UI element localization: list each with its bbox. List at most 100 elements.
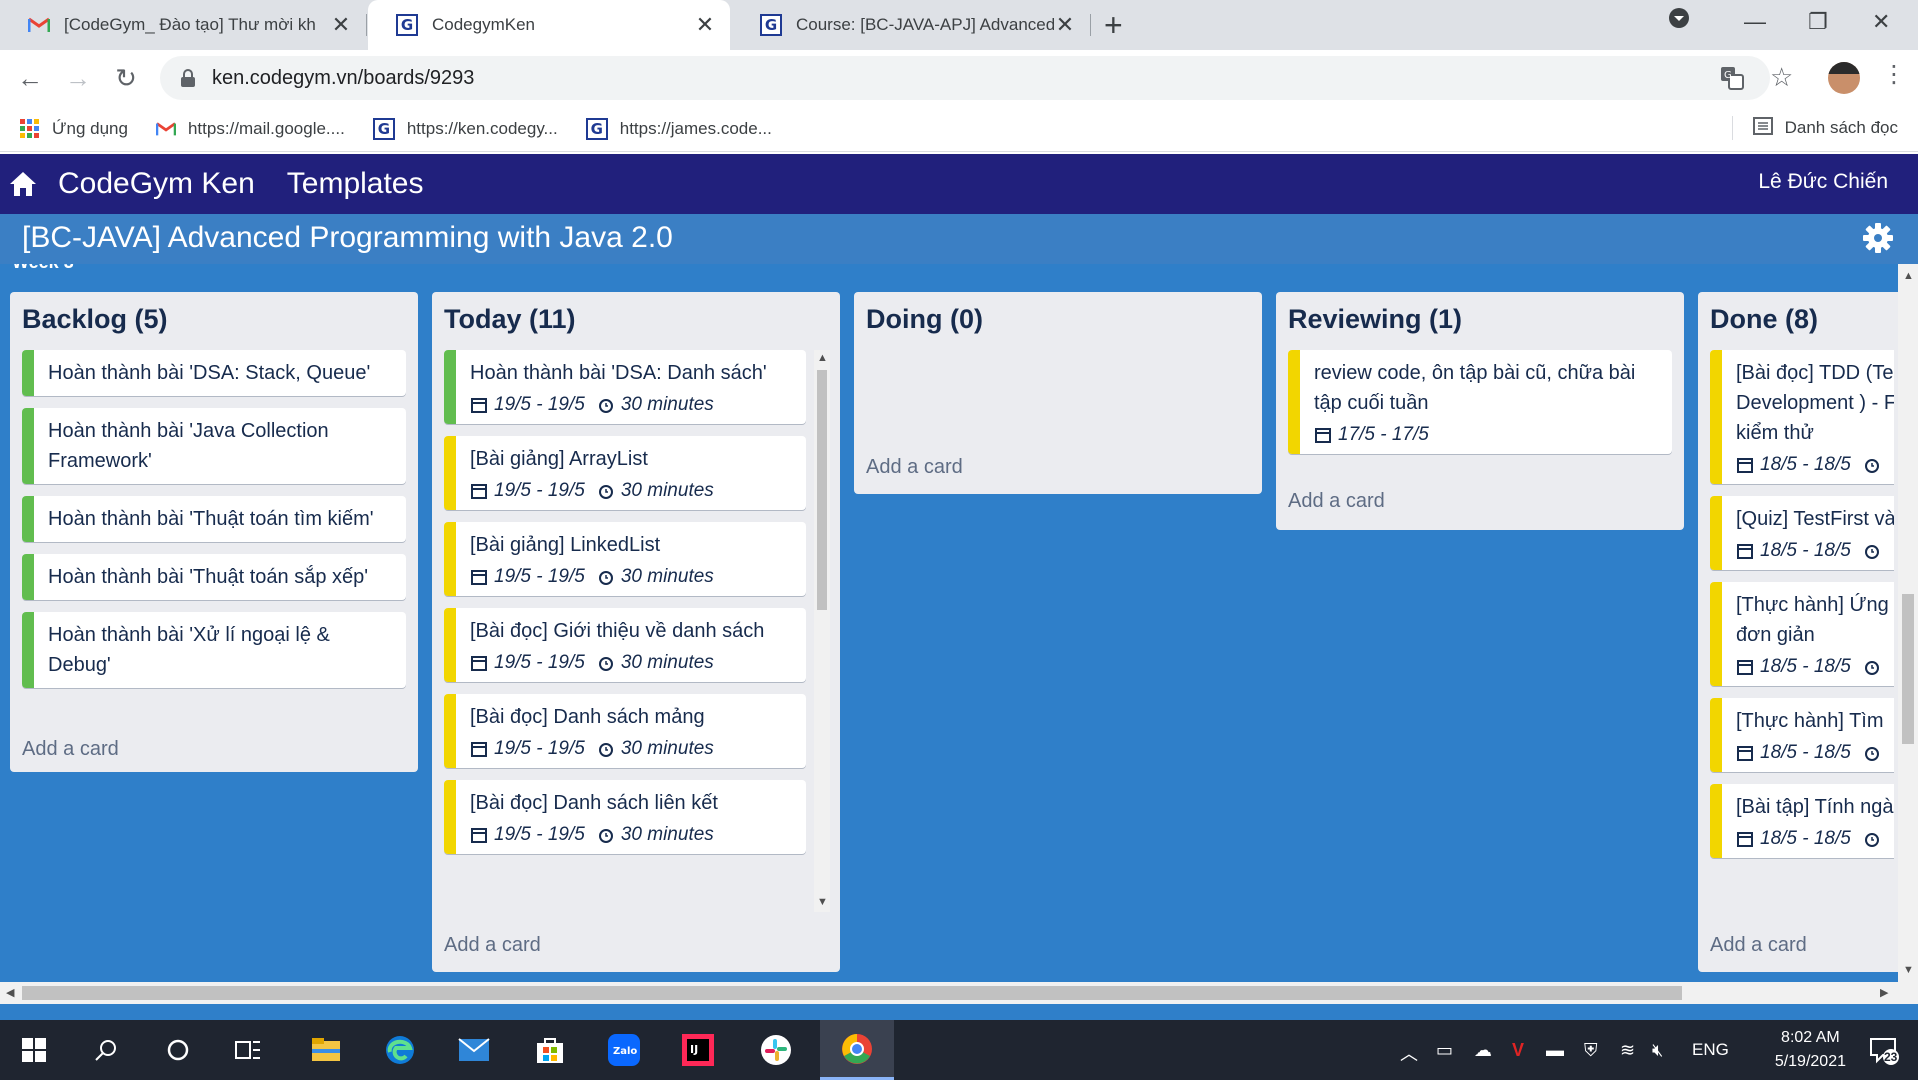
card[interactable]: Hoàn thành bài 'Java Collection Framewor… <box>22 408 406 484</box>
list-scrollbar[interactable]: ▲ ▼ <box>814 350 830 912</box>
card-container: review code, ôn tập bài cũ, chữa bài tập… <box>1288 350 1672 466</box>
tray-network-device-icon[interactable]: ▭ <box>1436 1040 1453 1061</box>
translate-icon[interactable]: G <box>1720 66 1744 96</box>
card-meta: 18/5 - 18/5 <box>1736 454 1894 476</box>
reading-list-button[interactable]: Danh sách đọc <box>1731 116 1898 140</box>
scrollbar-thumb[interactable] <box>1902 594 1914 744</box>
minimize-window-icon[interactable]: — <box>1744 6 1766 38</box>
chrome-taskbar-icon[interactable] <box>820 1020 894 1080</box>
scrollbar-thumb[interactable] <box>22 986 1682 1000</box>
label-strip <box>444 608 456 682</box>
scroll-down-arrow[interactable]: ▼ <box>1903 964 1914 976</box>
week-header[interactable]: Week 3 <box>0 264 1918 274</box>
browser-tab-course[interactable]: G Course: [BC-JAVA-APJ] Advanced ✕ <box>732 0 1090 50</box>
browser-menu-icon[interactable]: ⋮ <box>1882 60 1906 89</box>
card[interactable]: Hoàn thành bài 'Xử lí ngoại lệ & Debug' <box>22 612 406 688</box>
windows-start-icon[interactable] <box>14 1030 54 1070</box>
page-vertical-scrollbar[interactable]: ▲ ▼ <box>1898 264 1918 982</box>
wifi-icon[interactable]: ≋ <box>1620 1040 1635 1061</box>
card[interactable]: review code, ôn tập bài cũ, chữa bài tập… <box>1288 350 1672 454</box>
browser-tab-gmail[interactable]: [CodeGym_ Đào tạo] Thư mời kh ✕ <box>0 0 366 50</box>
task-view-icon[interactable] <box>228 1030 268 1070</box>
horizontal-scrollbar[interactable]: ◀ ▶ <box>0 982 1918 1004</box>
slack-icon[interactable] <box>756 1030 796 1070</box>
zalo-icon[interactable]: Zalo <box>604 1030 644 1070</box>
file-explorer-icon[interactable] <box>306 1030 346 1070</box>
card[interactable]: [Bài giảng] ArrayList 19/5 - 19/5 30 minu… <box>444 436 806 510</box>
search-icon[interactable] <box>86 1030 126 1070</box>
scroll-down-arrow[interactable]: ▼ <box>817 896 828 908</box>
codegym-icon: G <box>372 117 395 140</box>
bookmark-apps[interactable]: Ứng dụng <box>20 118 128 139</box>
add-card-button[interactable]: Add a card <box>22 738 119 761</box>
card[interactable]: Hoàn thành bài 'DSA: Danh sách' 19/5 - 1… <box>444 350 806 424</box>
alarm-clock-icon <box>598 743 613 757</box>
reload-icon[interactable]: ↻ <box>106 58 146 98</box>
scroll-up-arrow[interactable]: ▲ <box>817 352 828 364</box>
tab-search-icon[interactable] <box>1668 6 1690 38</box>
close-tab-icon[interactable]: ✕ <box>694 12 716 38</box>
card[interactable]: Hoàn thành bài 'DSA: Stack, Queue' <box>22 350 406 396</box>
language-indicator[interactable]: ENG <box>1692 1040 1729 1060</box>
browser-tab-codegymken[interactable]: G CodegymKen ✕ <box>368 0 730 50</box>
card[interactable]: [Quiz] TestFirst và 18/5 - 18/5 <box>1710 496 1894 570</box>
card[interactable]: [Bài đọc] Giới thiệu về danh sách 19/5 -… <box>444 608 806 682</box>
lock-icon <box>180 69 196 87</box>
card[interactable]: [Bài đọc] TDD (Te Development ) - F kiểm… <box>1710 350 1894 484</box>
battery-icon[interactable]: ▬ <box>1546 1040 1564 1061</box>
card[interactable]: [Bài tập] Tính ngà 18/5 - 18/5 <box>1710 784 1894 858</box>
scroll-up-arrow[interactable]: ▲ <box>1903 270 1914 282</box>
close-window-icon[interactable]: ✕ <box>1872 6 1890 38</box>
bookmark-star-icon[interactable]: ☆ <box>1770 62 1793 93</box>
card[interactable]: Hoàn thành bài 'Thuật toán tìm kiếm' <box>22 496 406 542</box>
system-clock[interactable]: 8:02 AM 5/19/2021 <box>1775 1026 1846 1074</box>
card[interactable]: [Bài giảng] LinkedList 19/5 - 19/5 30 min… <box>444 522 806 596</box>
onedrive-icon[interactable]: ☁ <box>1474 1040 1492 1061</box>
volume-muted-icon[interactable]: 🔇︎ <box>1652 1040 1663 1061</box>
bookmark-james[interactable]: G https://james.code... <box>585 117 772 140</box>
card[interactable]: [Thực hành] Tìm 18/5 - 18/5 <box>1710 698 1894 772</box>
app-name-link[interactable]: CodeGym Ken <box>58 167 255 201</box>
card-title: [Thực hành] Tìm <box>1736 710 1884 732</box>
scroll-right-arrow[interactable]: ▶ <box>1880 986 1888 999</box>
intellij-icon[interactable]: IJ <box>678 1030 718 1070</box>
edge-browser-icon[interactable] <box>380 1030 420 1070</box>
add-card-button[interactable]: Add a card <box>444 934 541 957</box>
tray-chevron-icon[interactable]: ︿ <box>1400 1040 1418 1066</box>
mail-icon[interactable] <box>454 1030 494 1070</box>
bookmark-ken[interactable]: G https://ken.codegy... <box>372 117 558 140</box>
card-scroll-area[interactable]: Hoàn thành bài 'DSA: Danh sách' 19/5 - 1… <box>432 350 840 912</box>
label-strip <box>444 522 456 596</box>
list-reviewing: Reviewing (1) review code, ôn tập bài cũ… <box>1276 292 1684 530</box>
bookmark-gmail[interactable]: https://mail.google.... <box>155 119 345 139</box>
add-card-button[interactable]: Add a card <box>1710 934 1807 957</box>
close-tab-icon[interactable]: ✕ <box>1054 12 1076 38</box>
user-name[interactable]: Lê Đức Chiến <box>1758 170 1888 194</box>
forward-arrow-icon[interactable]: → <box>58 58 98 98</box>
scrollbar-thumb[interactable] <box>817 370 827 610</box>
new-tab-button[interactable]: + <box>1104 6 1123 44</box>
gmail-icon <box>155 119 176 139</box>
address-bar[interactable]: ken.codegym.vn/boards/9293 <box>160 56 1770 100</box>
card[interactable]: [Bài đọc] Danh sách liên kết 19/5 - 19/5… <box>444 780 806 854</box>
templates-link[interactable]: Templates <box>287 167 424 201</box>
home-icon[interactable] <box>8 169 38 199</box>
back-arrow-icon[interactable]: ← <box>10 58 50 98</box>
profile-avatar[interactable] <box>1828 62 1860 94</box>
security-shield-icon[interactable]: ⛨ <box>1584 1040 1598 1061</box>
card[interactable]: [Thực hành] Ứng đơn giản 18/5 - 18/5 <box>1710 582 1894 686</box>
card[interactable]: Hoàn thành bài 'Thuật toán sắp xếp' <box>22 554 406 600</box>
tab-divider <box>1090 14 1091 36</box>
add-card-button[interactable]: Add a card <box>866 456 963 479</box>
microsoft-store-icon[interactable] <box>530 1030 570 1070</box>
restore-window-icon[interactable]: ❐ <box>1808 6 1828 38</box>
card[interactable]: [Bài đọc] Danh sách mảng 19/5 - 19/5 30 m… <box>444 694 806 768</box>
scroll-left-arrow[interactable]: ◀ <box>6 986 14 999</box>
add-card-button[interactable]: Add a card <box>1288 490 1385 513</box>
cortana-icon[interactable] <box>158 1030 198 1070</box>
notification-center-icon[interactable]: 23 <box>1864 1030 1904 1070</box>
card-scroll-area[interactable]: [Bài đọc] TDD (Te Development ) - F kiểm… <box>1698 350 1894 912</box>
gear-icon[interactable] <box>1862 222 1894 254</box>
close-tab-icon[interactable]: ✕ <box>330 12 352 38</box>
tray-app-v-icon[interactable]: V <box>1512 1040 1524 1061</box>
